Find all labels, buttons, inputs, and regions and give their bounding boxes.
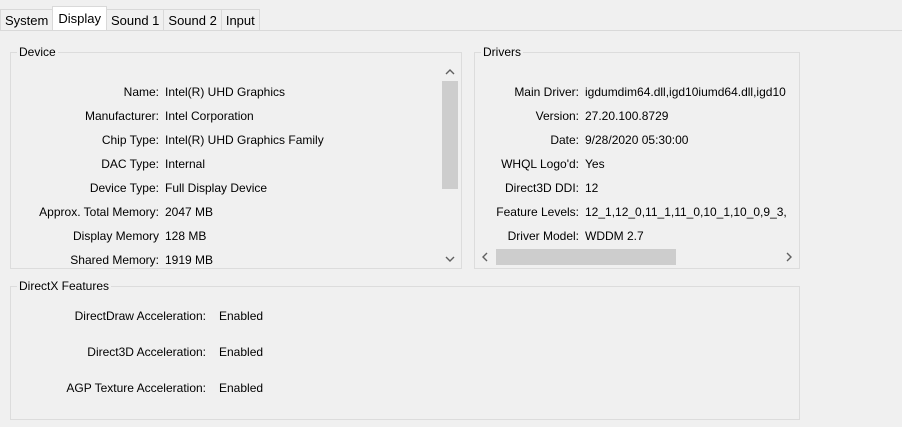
tab-input[interactable]: Input	[220, 9, 260, 30]
tab-divider	[0, 30, 902, 31]
device-row-label: Approx. Total Memory:	[39, 205, 159, 219]
driver-row-label: WHQL Logo'd:	[501, 157, 579, 171]
drivers-group-title: Drivers	[481, 44, 523, 60]
driver-row: Feature Levels: 12_1,12_0,11_1,11_0,10_1…	[475, 204, 801, 220]
device-row-value: Intel(R) UHD Graphics	[165, 85, 286, 99]
device-row-value: 2047 MB	[165, 205, 214, 219]
tab-sound-2[interactable]: Sound 2	[163, 9, 222, 30]
driver-row-label: Direct3D DDI:	[504, 181, 579, 195]
drivers-group: Drivers Main Driver: igdumdim64.dll,igd1…	[474, 44, 801, 269]
driver-row-label: Feature Levels:	[496, 205, 579, 219]
tab-system[interactable]: System	[0, 9, 54, 30]
device-row-value: Internal	[165, 157, 206, 171]
directx-row-value: Enabled	[219, 381, 264, 395]
device-row-value: 1919 MB	[165, 253, 214, 267]
directx-row-value: Enabled	[219, 309, 264, 323]
device-group: Device Name: Intel(R) UHD Graphics Manuf…	[10, 44, 462, 269]
directx-group-title: DirectX Features	[17, 278, 112, 294]
device-row-label: Manufacturer:	[84, 109, 159, 123]
driver-row: Date: 9/28/2020 05:30:00	[475, 132, 801, 148]
driver-row: WHQL Logo'd: Yes	[475, 156, 801, 172]
directx-row: Direct3D Acceleration: Enabled	[11, 344, 411, 360]
device-row-value: Intel Corporation	[165, 109, 254, 123]
tab-bar: System Display Sound 1 Sound 2 Input	[0, 0, 902, 31]
driver-row: Version: 27.20.100.8729	[475, 108, 801, 124]
device-row-label: DAC Type:	[101, 157, 159, 171]
driver-row-label: Date:	[550, 133, 579, 147]
scroll-left-arrow-icon[interactable]	[476, 248, 493, 265]
device-row-label: Display Memory	[72, 229, 159, 243]
device-row-label: Name:	[123, 85, 159, 99]
driver-row-label: Driver Model:	[507, 229, 579, 243]
directx-row-label: Direct3D Acceleration:	[87, 345, 206, 359]
directx-row-label: DirectDraw Acceleration:	[74, 309, 206, 323]
device-row: Shared Memory: 1919 MB	[11, 252, 441, 268]
device-row: Display Memory 128 MB	[11, 228, 441, 244]
driver-row-label: Version:	[535, 109, 579, 123]
device-row-value: Full Display Device	[165, 181, 268, 195]
scroll-right-arrow-icon[interactable]	[780, 248, 797, 265]
driver-row-value: 27.20.100.8729	[585, 109, 669, 123]
driver-row-value: igdumdim64.dll,igd10iumd64.dll,igd10	[585, 85, 786, 99]
device-scroll-thumb[interactable]	[442, 81, 458, 189]
device-group-title: Device	[17, 44, 58, 60]
device-row: DAC Type: Internal	[11, 156, 441, 172]
scroll-down-arrow-icon[interactable]	[441, 250, 458, 267]
directx-row-label: AGP Texture Acceleration:	[66, 381, 206, 395]
directx-features-group: DirectX Features DirectDraw Acceleration…	[10, 278, 800, 420]
device-row: Name: Intel(R) UHD Graphics	[11, 84, 441, 100]
device-row: Approx. Total Memory: 2047 MB	[11, 204, 441, 220]
tab-strip: System Display Sound 1 Sound 2 Input	[0, 6, 260, 31]
driver-row: Driver Model: WDDM 2.7	[475, 228, 801, 244]
directx-row: DirectDraw Acceleration: Enabled	[11, 308, 411, 324]
device-row: Manufacturer: Intel Corporation	[11, 108, 441, 124]
device-row-value: 128 MB	[165, 229, 207, 243]
scroll-up-arrow-icon[interactable]	[441, 63, 458, 80]
drivers-scroll-thumb[interactable]	[496, 249, 676, 265]
directx-row-value: Enabled	[219, 345, 264, 359]
directx-row: AGP Texture Acceleration: Enabled	[11, 380, 411, 396]
driver-row-value: Yes	[585, 157, 605, 171]
tab-sound-1[interactable]: Sound 1	[105, 9, 165, 30]
device-row: Chip Type: Intel(R) UHD Graphics Family	[11, 132, 441, 148]
driver-row-value: 9/28/2020 05:30:00	[585, 133, 689, 147]
device-row-value: Intel(R) UHD Graphics Family	[165, 133, 324, 147]
driver-row: Main Driver: igdumdim64.dll,igd10iumd64.…	[475, 84, 801, 100]
device-vertical-scrollbar[interactable]	[441, 63, 459, 268]
driver-row-label: Main Driver:	[514, 85, 579, 99]
device-row-label: Device Type:	[89, 181, 159, 195]
driver-row-value: WDDM 2.7	[585, 229, 644, 243]
driver-row-value: 12	[585, 181, 599, 195]
driver-row: Direct3D DDI: 12	[475, 180, 801, 196]
device-row: Device Type: Full Display Device	[11, 180, 441, 196]
drivers-horizontal-scrollbar[interactable]	[476, 248, 798, 266]
device-row-label: Shared Memory:	[70, 253, 159, 267]
tab-display[interactable]: Display	[52, 6, 107, 30]
device-row-label: Chip Type:	[101, 133, 159, 147]
driver-row-value: 12_1,12_0,11_1,11_0,10_1,10_0,9_3,	[585, 205, 787, 219]
